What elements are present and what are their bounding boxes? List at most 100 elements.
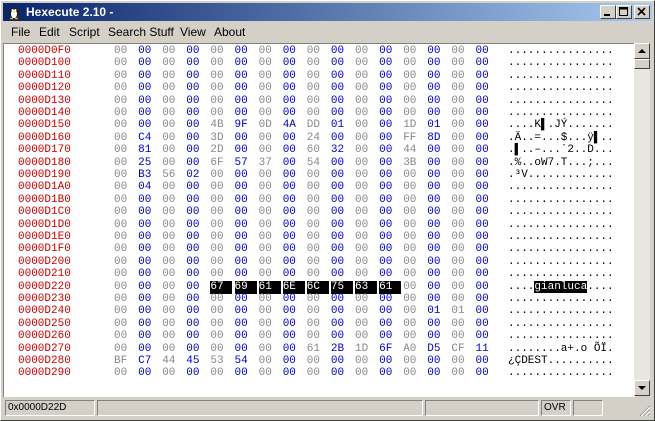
hex-byte[interactable]: 0D — [259, 119, 281, 132]
hex-byte[interactable]: 00 — [451, 107, 473, 120]
hex-byte[interactable]: 00 — [331, 57, 353, 70]
hex-byte[interactable]: 00 — [283, 157, 305, 170]
hex-byte[interactable]: 00 — [476, 318, 498, 331]
hex-byte[interactable]: 00 — [114, 343, 136, 356]
hex-byte[interactable]: 00 — [355, 82, 377, 95]
hex-byte[interactable]: 1D — [355, 343, 377, 356]
hex-byte[interactable]: 00 — [186, 144, 208, 157]
hex-byte[interactable]: 24 — [307, 132, 329, 145]
hex-row[interactable]: 0000D0F0 00 00 00 00 00 00 00 00 00 00 00 00 00 00 00 00… — [4, 45, 635, 58]
hex-byte[interactable]: 54 — [235, 355, 257, 368]
hex-byte[interactable]: 00 — [186, 206, 208, 219]
menu-search-stuff[interactable]: Search Stuff — [105, 25, 177, 39]
hex-byte[interactable]: 00 — [259, 367, 281, 380]
hex-byte[interactable]: 01 — [331, 119, 353, 132]
hex-byte[interactable]: 00 — [186, 318, 208, 331]
hex-byte[interactable]: 00 — [476, 231, 498, 244]
hex-byte[interactable]: 00 — [138, 70, 160, 83]
hex-byte[interactable]: 00 — [355, 169, 377, 182]
hex-byte[interactable]: 00 — [427, 355, 449, 368]
hex-byte[interactable]: B3 — [138, 169, 160, 182]
hex-byte[interactable]: 00 — [476, 281, 498, 294]
hex-row[interactable]: 0000D180 00 25 00 00 6F 57 37 00 54 00 00 00 3B 00 00 00… — [4, 157, 635, 170]
hex-row[interactable]: 0000D270 00 00 00 00 00 00 00 00 61 2B 1D 6F A0 D5 CF 11… — [4, 343, 635, 356]
hex-byte[interactable]: 00 — [114, 281, 136, 294]
hex-byte[interactable]: 00 — [283, 57, 305, 70]
hex-byte[interactable]: 6E — [282, 280, 305, 294]
hex-byte[interactable]: 00 — [403, 367, 425, 380]
hex-byte[interactable]: 00 — [355, 256, 377, 269]
hex-byte[interactable]: 00 — [114, 268, 136, 281]
hex-byte[interactable]: 00 — [379, 318, 401, 331]
hex-byte[interactable]: 00 — [355, 243, 377, 256]
hex-byte[interactable]: 00 — [379, 107, 401, 120]
scroll-thumb[interactable] — [634, 59, 650, 69]
hex-byte[interactable]: 00 — [451, 57, 473, 70]
hex-byte[interactable]: 00 — [138, 107, 160, 120]
hex-byte[interactable]: 00 — [307, 107, 329, 120]
hex-byte[interactable]: 00 — [114, 57, 136, 70]
hex-byte[interactable]: D5 — [427, 343, 449, 356]
ascii-column[interactable]: ................ — [508, 57, 614, 70]
hex-byte[interactable]: 00 — [451, 95, 473, 108]
hex-byte[interactable]: 00 — [451, 70, 473, 83]
hex-byte[interactable]: 00 — [283, 355, 305, 368]
hex-byte[interactable]: 00 — [379, 82, 401, 95]
hex-byte[interactable]: 01 — [427, 119, 449, 132]
hex-byte[interactable]: 00 — [427, 281, 449, 294]
hex-byte[interactable]: 00 — [355, 119, 377, 132]
hex-byte[interactable]: 56 — [162, 169, 184, 182]
hex-byte[interactable]: 00 — [259, 343, 281, 356]
hex-byte[interactable]: 00 — [307, 256, 329, 269]
hex-byte[interactable]: 00 — [476, 256, 498, 269]
hex-byte[interactable]: 00 — [138, 367, 160, 380]
hex-byte[interactable]: 00 — [259, 318, 281, 331]
hex-byte[interactable]: 00 — [235, 256, 257, 269]
hex-byte[interactable]: 00 — [476, 144, 498, 157]
hex-row[interactable]: 0000D240 00 00 00 00 00 00 00 00 00 00 00 00 00 01 01 00… — [4, 305, 635, 318]
hex-byte[interactable]: 11 — [476, 343, 498, 356]
hex-byte[interactable]: 00 — [259, 256, 281, 269]
hex-byte[interactable]: 00 — [379, 181, 401, 194]
hex-byte[interactable]: 00 — [307, 219, 329, 232]
hex-byte[interactable]: 00 — [283, 169, 305, 182]
hex-byte[interactable]: 00 — [283, 243, 305, 256]
hex-byte[interactable]: 75 — [330, 280, 353, 294]
hex-byte[interactable]: 00 — [259, 194, 281, 207]
hex-byte[interactable]: 00 — [307, 95, 329, 108]
maximize-button[interactable] — [616, 5, 632, 19]
hex-byte[interactable]: 00 — [114, 70, 136, 83]
hex-byte[interactable]: 00 — [162, 219, 184, 232]
hex-byte[interactable]: 00 — [162, 70, 184, 83]
hex-byte[interactable]: 00 — [379, 305, 401, 318]
hex-byte[interactable]: 6C — [306, 280, 329, 294]
hex-byte[interactable]: 00 — [186, 157, 208, 170]
hex-byte[interactable]: 00 — [138, 268, 160, 281]
hex-byte[interactable]: 00 — [427, 70, 449, 83]
hex-byte[interactable]: 00 — [476, 132, 498, 145]
hex-byte[interactable]: 00 — [379, 243, 401, 256]
hex-byte[interactable]: 00 — [403, 355, 425, 368]
hex-byte[interactable]: 00 — [476, 119, 498, 132]
title-bar[interactable]: Hexecute 2.10 - — [3, 3, 652, 21]
hex-byte[interactable]: 00 — [403, 45, 425, 58]
hex-byte[interactable]: 00 — [186, 57, 208, 70]
hex-byte[interactable]: 00 — [331, 330, 353, 343]
hex-byte[interactable]: 60 — [307, 144, 329, 157]
hex-byte[interactable]: 00 — [138, 82, 160, 95]
hex-byte[interactable]: 00 — [331, 169, 353, 182]
hex-byte[interactable]: 00 — [162, 318, 184, 331]
ascii-column[interactable]: ................ — [508, 243, 614, 256]
hex-byte[interactable]: 00 — [210, 367, 232, 380]
hex-byte[interactable]: 00 — [403, 70, 425, 83]
hex-byte[interactable]: 00 — [451, 367, 473, 380]
vertical-scrollbar[interactable] — [634, 43, 650, 396]
hex-byte[interactable]: 00 — [114, 144, 136, 157]
hex-byte[interactable]: 00 — [283, 305, 305, 318]
hex-byte[interactable]: 00 — [114, 305, 136, 318]
hex-byte[interactable]: 00 — [162, 194, 184, 207]
hex-byte[interactable]: 00 — [138, 57, 160, 70]
ascii-column[interactable]: ................ — [508, 194, 614, 207]
hex-byte[interactable]: 00 — [210, 45, 232, 58]
hex-byte[interactable]: 00 — [186, 293, 208, 306]
